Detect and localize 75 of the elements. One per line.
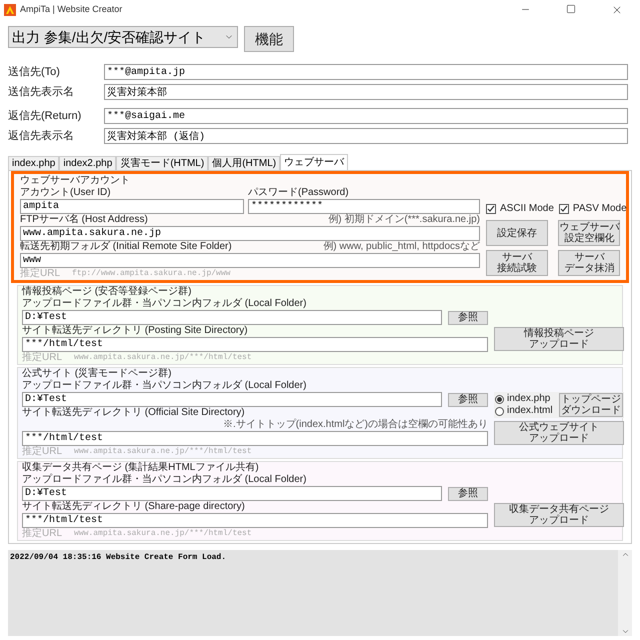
checkbox[interactable] xyxy=(486,204,496,214)
input-field[interactable]: ***/html/test xyxy=(22,431,488,446)
field-label: 送信先表示名 xyxy=(8,86,75,98)
estimated-url: ftp://www.ampita.sakura.ne.jp/www xyxy=(72,268,230,279)
field-label: アップロードファイル群・当パソコン内フォルダ (Local Folder) xyxy=(22,474,308,486)
upload-button[interactable]: 収集データ共有ページ アップロード xyxy=(494,503,624,527)
field-label: 返信先表示名 xyxy=(8,130,75,142)
field-label: FTPサーバ名 (Host Address) xyxy=(20,214,148,226)
radio-button[interactable] xyxy=(495,394,504,404)
field-label: サイト転送先ディレクトリ (Posting Site Directory) xyxy=(22,325,248,337)
password-field[interactable]: ************ xyxy=(248,199,480,214)
server-button[interactable]: ウェブサーバ 設定空欄化 xyxy=(558,220,620,246)
group-title: 公式サイト (災害モードページ群) xyxy=(22,368,172,380)
field-label: サイト転送先ディレクトリ (Share-page directory) xyxy=(22,501,245,513)
estimated-url: www.ampita.sakura.ne.jp/***/html/test xyxy=(74,352,252,363)
input-field[interactable]: ***/html/test xyxy=(22,337,488,352)
tab[interactable]: index.php xyxy=(8,156,60,170)
scroll-down-icon xyxy=(620,627,630,636)
input-field[interactable]: www xyxy=(20,253,480,268)
group-title: ウェブサーバアカウント xyxy=(20,175,131,187)
upload-button[interactable]: 情報投稿ページ アップロード xyxy=(494,327,624,351)
browse-button[interactable]: 参照 xyxy=(448,392,488,406)
group-title: 情報投稿ページ (安否等登録ページ群) xyxy=(22,286,192,298)
tab[interactable]: 個人用(HTML) xyxy=(208,156,280,170)
app-logo-icon xyxy=(4,4,16,16)
checkbox-label: ASCII Mode xyxy=(500,203,554,215)
url-label: 推定URL xyxy=(22,352,62,363)
server-button[interactable]: 設定保存 xyxy=(486,220,548,246)
url-label: 推定URL xyxy=(22,446,62,457)
field-label: 転送先初期フォルダ (Initial Remote Site Folder) xyxy=(20,241,232,253)
note-text: ※.サイトトップ(index.htmlなど)の場合は空欄の可能性あり xyxy=(222,419,488,431)
example-hint: 例) 初期ドメイン(***.sakura.ne.jp) xyxy=(328,214,480,226)
site-selector[interactable]: 出力 参集/出欠/安否確認サイト xyxy=(8,26,238,48)
input-field[interactable]: D:¥Test xyxy=(22,310,442,325)
radio-label: index.php xyxy=(507,393,550,405)
input-field[interactable]: ***@saigai.me xyxy=(104,108,628,124)
url-label: 推定URL xyxy=(20,268,60,279)
input-field[interactable]: 災害対策本部 (返信) xyxy=(104,128,628,144)
field-label: アカウント(User ID) xyxy=(20,187,112,199)
download-button[interactable]: トップページ ダウンロード xyxy=(559,393,623,417)
url-label: 推定URL xyxy=(22,528,62,539)
window-title: AmpiTa | Website Creator xyxy=(20,3,122,16)
field-label: 送信先(To) xyxy=(8,66,61,78)
radio-button[interactable] xyxy=(495,406,504,416)
input-field[interactable]: ***/html/test xyxy=(22,513,488,528)
input-field[interactable]: D:¥Test xyxy=(22,486,442,501)
checkbox[interactable] xyxy=(558,204,569,214)
server-button[interactable]: サーバ データ抹消 xyxy=(558,250,620,276)
tab[interactable]: 災害モード(HTML) xyxy=(116,156,208,170)
tab[interactable]: ウェブサーバ xyxy=(280,154,348,170)
field-label: サイト転送先ディレクトリ (Official Site Directory) xyxy=(22,407,245,419)
field-label: パスワード(Password) xyxy=(248,187,350,199)
example-hint: 例) www, public_html, httpdocsなど xyxy=(323,241,480,253)
server-button[interactable]: サーバ 接続試験 xyxy=(486,250,548,276)
group-title: 収集データ共有ページ (集計結果HTMLファイル共有) xyxy=(22,462,260,474)
field-label: 返信先(Return) xyxy=(8,110,82,122)
browse-button[interactable]: 参照 xyxy=(448,486,488,500)
upload-button[interactable]: 公式ウェブサイト アップロード xyxy=(494,421,624,445)
radio-label: index.html xyxy=(507,405,553,417)
scroll-up-icon xyxy=(620,550,630,559)
log-text: 2022/09/04 18:35:16 Website Create Form Load. xyxy=(9,552,228,564)
field-label: アップロードファイル群・当パソコン内フォルダ (Local Folder) xyxy=(22,380,308,392)
tab[interactable]: index2.php xyxy=(59,156,116,170)
estimated-url: www.ampita.sakura.ne.jp/***/html/test xyxy=(74,528,252,539)
estimated-url: www.ampita.sakura.ne.jp/***/html/test xyxy=(74,446,252,457)
check-icon xyxy=(487,205,495,213)
check-icon xyxy=(560,205,568,213)
input-field[interactable]: www.ampita.sakura.ne.jp xyxy=(20,226,480,241)
field-label: アップロードファイル群・当パソコン内フォルダ (Local Folder) xyxy=(22,298,308,310)
input-field[interactable]: D:¥Test xyxy=(22,392,442,407)
input-field[interactable]: ampita xyxy=(20,199,244,214)
input-field[interactable]: 災害対策本部 xyxy=(104,84,628,100)
browse-button[interactable]: 参照 xyxy=(448,310,488,324)
input-field[interactable]: ***@ampita.jp xyxy=(104,64,628,80)
function-button[interactable]: 機能 xyxy=(244,26,294,52)
